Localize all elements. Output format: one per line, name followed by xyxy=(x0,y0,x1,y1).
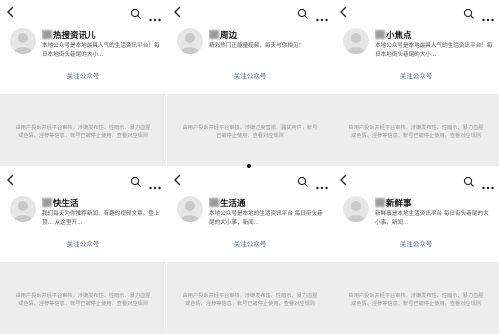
avatar xyxy=(343,28,369,54)
account-name-text: 新鲜事 xyxy=(386,199,412,209)
banned-notice-text: 由用户投诉并经平台审核，涉嫌发布性、性暗示、暴力血腥或色情、淫秽等信息，帐号已被… xyxy=(348,125,484,139)
account-name-text: 热搜资讯儿 xyxy=(53,31,96,41)
account-description: 新鲜事是本地生活资讯平台 每日街头巷尾的大小事，新闻... xyxy=(375,211,489,226)
nav-bar xyxy=(167,0,333,22)
back-arrow-icon[interactable] xyxy=(172,4,184,18)
search-icon[interactable] xyxy=(463,5,475,19)
account-panel: 新鲜事新鲜事是本地生活资讯平台 每日街头巷尾的大小事，新闻... 关注公众号由用户… xyxy=(333,168,499,334)
follow-account-button[interactable]: 关注公众号 xyxy=(167,238,333,248)
account-panel: 周边精彩热门正能量视频，每天与你相见！ 关注公众号由用户投诉并经平台审核，涉嫌过度… xyxy=(167,0,333,166)
account-name: 热搜资讯儿 xyxy=(42,29,160,41)
redacted-mark xyxy=(375,198,385,207)
more-options-icon[interactable] xyxy=(481,176,495,190)
banned-notice-text: 由用户投诉并经平台审核，涉嫌发布性、性暗示、暴力血腥或色情、淫秽等信息，帐号已被… xyxy=(348,293,484,307)
avatar xyxy=(10,196,36,222)
account-name: 周边 xyxy=(209,29,327,41)
account-description: 本地公众号是本地最具人气的生活资讯平台！每日本地街头巷尾的大小... xyxy=(375,43,493,58)
nav-bar xyxy=(333,168,499,190)
avatar xyxy=(10,28,36,54)
more-options-icon[interactable] xyxy=(481,8,495,22)
banned-notice-text: 由用户投诉并经平台审核，涉嫌发布性、性暗示、暴力血腥或色情、淫秽等信息，帐号已被… xyxy=(15,125,151,139)
back-arrow-icon[interactable] xyxy=(338,4,350,18)
account-name: 快生活 xyxy=(42,197,160,209)
nav-bar xyxy=(0,0,166,22)
page-indicator-dot xyxy=(247,164,251,168)
redacted-mark xyxy=(209,30,219,39)
account-name-text: 快生活 xyxy=(53,199,79,209)
search-icon[interactable] xyxy=(463,173,475,187)
search-icon[interactable] xyxy=(297,173,309,187)
banned-notice-area: 由用户投诉并经平台审核，涉嫌发布性、性暗示、暴力血腥或色情、淫秽等信息，帐号已被… xyxy=(333,262,499,334)
account-panel: 生活通本地公众号是本地的生活资讯平台 每日街头巷尾的大小事，新闻... 关注公众号… xyxy=(167,168,333,334)
search-icon[interactable] xyxy=(297,5,309,19)
search-icon[interactable] xyxy=(130,5,142,19)
redacted-mark xyxy=(42,198,52,207)
account-panel: 快生活我们每天为你推荐新闻、有趣的视频文章。登上顶... 从这里开... 关注公众… xyxy=(0,168,166,334)
nav-bar xyxy=(167,168,333,190)
account-panel: 热搜资讯儿本地公众号是本地最具人气的生活资讯平台！每日本地街头巷尾的大小... 关… xyxy=(0,0,166,166)
banned-notice-area: 由用户投诉并经平台审核，涉嫌发布性、性暗示、暴力血腥或色情、淫秽等信息，帐号已被… xyxy=(167,262,333,334)
redacted-mark xyxy=(42,30,52,39)
follow-account-button[interactable]: 关注公众号 xyxy=(333,70,499,80)
redacted-mark xyxy=(375,30,385,39)
account-name-text: 小焦点 xyxy=(386,31,412,41)
account-profile: 快生活我们每天为你推荐新闻、有趣的视频文章。登上顶... 从这里开... 关注公众… xyxy=(0,190,166,262)
account-profile: 生活通本地公众号是本地的生活资讯平台 每日街头巷尾的大小事，新闻... 关注公众号 xyxy=(167,190,333,262)
account-name: 生活通 xyxy=(209,197,327,209)
account-panel: 小焦点本地公众号是本地最具人气的生活资讯平台！每日本地街头巷尾的大小... 关注公… xyxy=(333,0,499,166)
banned-notice-area: 由用户投诉并经平台审核，涉嫌发布性、性暗示、暴力血腥或色情、淫秽等信息，帐号已被… xyxy=(0,94,166,166)
back-arrow-icon[interactable] xyxy=(172,172,184,186)
account-name-text: 周边 xyxy=(220,31,238,41)
banned-notice-text: 由用户投诉并经平台审核，涉嫌过度营销、骚扰用户，帐号已被停止使用，查看对应规则 xyxy=(182,125,318,139)
avatar xyxy=(177,196,203,222)
banned-notice-area: 由用户投诉并经平台审核，涉嫌发布性、性暗示、暴力血腥或色情、淫秽等信息，帐号已被… xyxy=(0,262,166,334)
account-profile: 热搜资讯儿本地公众号是本地最具人气的生活资讯平台！每日本地街头巷尾的大小... 关… xyxy=(0,22,166,94)
search-icon[interactable] xyxy=(130,173,142,187)
more-options-icon[interactable] xyxy=(148,176,162,190)
account-description: 精彩热门正能量视频，每天与你相见！ xyxy=(209,43,305,49)
account-description: 我们每天为你推荐新闻、有趣的视频文章。登上顶... 从这里开... xyxy=(42,211,160,226)
account-profile: 新鲜事新鲜事是本地生活资讯平台 每日街头巷尾的大小事，新闻... 关注公众号 xyxy=(333,190,499,262)
nav-bar xyxy=(333,0,499,22)
account-description: 本地公众号是本地最具人气的生活资讯平台！每日本地街头巷尾的大小... xyxy=(42,43,160,58)
account-name: 新鲜事 xyxy=(375,197,493,209)
back-arrow-icon[interactable] xyxy=(5,172,17,186)
follow-account-button[interactable]: 关注公众号 xyxy=(0,70,166,80)
follow-account-button[interactable]: 关注公众号 xyxy=(0,238,166,248)
back-arrow-icon[interactable] xyxy=(338,172,350,186)
avatar xyxy=(343,196,369,222)
more-options-icon[interactable] xyxy=(315,176,329,190)
banned-notice-text: 由用户投诉并经平台审核，涉嫌发布性、性暗示、暴力血腥或色情、淫秽等信息，帐号已被… xyxy=(15,293,151,307)
nav-bar xyxy=(0,168,166,190)
account-name: 小焦点 xyxy=(375,29,493,41)
more-options-icon[interactable] xyxy=(148,8,162,22)
account-profile: 周边精彩热门正能量视频，每天与你相见！ 关注公众号 xyxy=(167,22,333,94)
account-name-text: 生活通 xyxy=(220,199,246,209)
account-profile: 小焦点本地公众号是本地最具人气的生活资讯平台！每日本地街头巷尾的大小... 关注公… xyxy=(333,22,499,94)
account-description: 本地公众号是本地的生活资讯平台 每日街头巷尾的大小事，新闻... xyxy=(209,211,323,226)
more-options-icon[interactable] xyxy=(315,8,329,22)
redacted-mark xyxy=(209,198,219,207)
follow-account-button[interactable]: 关注公众号 xyxy=(167,70,333,80)
avatar xyxy=(177,28,203,54)
follow-account-button[interactable]: 关注公众号 xyxy=(333,238,499,248)
banned-notice-area: 由用户投诉并经平台审核，涉嫌过度营销、骚扰用户，帐号已被停止使用，查看对应规则 xyxy=(167,94,333,166)
banned-notice-text: 由用户投诉并经平台审核，涉嫌发布性、性暗示、暴力血腥或色情、淫秽等信息，帐号已被… xyxy=(182,293,318,307)
back-arrow-icon[interactable] xyxy=(5,4,17,18)
banned-notice-area: 由用户投诉并经平台审核，涉嫌发布性、性暗示、暴力血腥或色情、淫秽等信息，帐号已被… xyxy=(333,94,499,166)
